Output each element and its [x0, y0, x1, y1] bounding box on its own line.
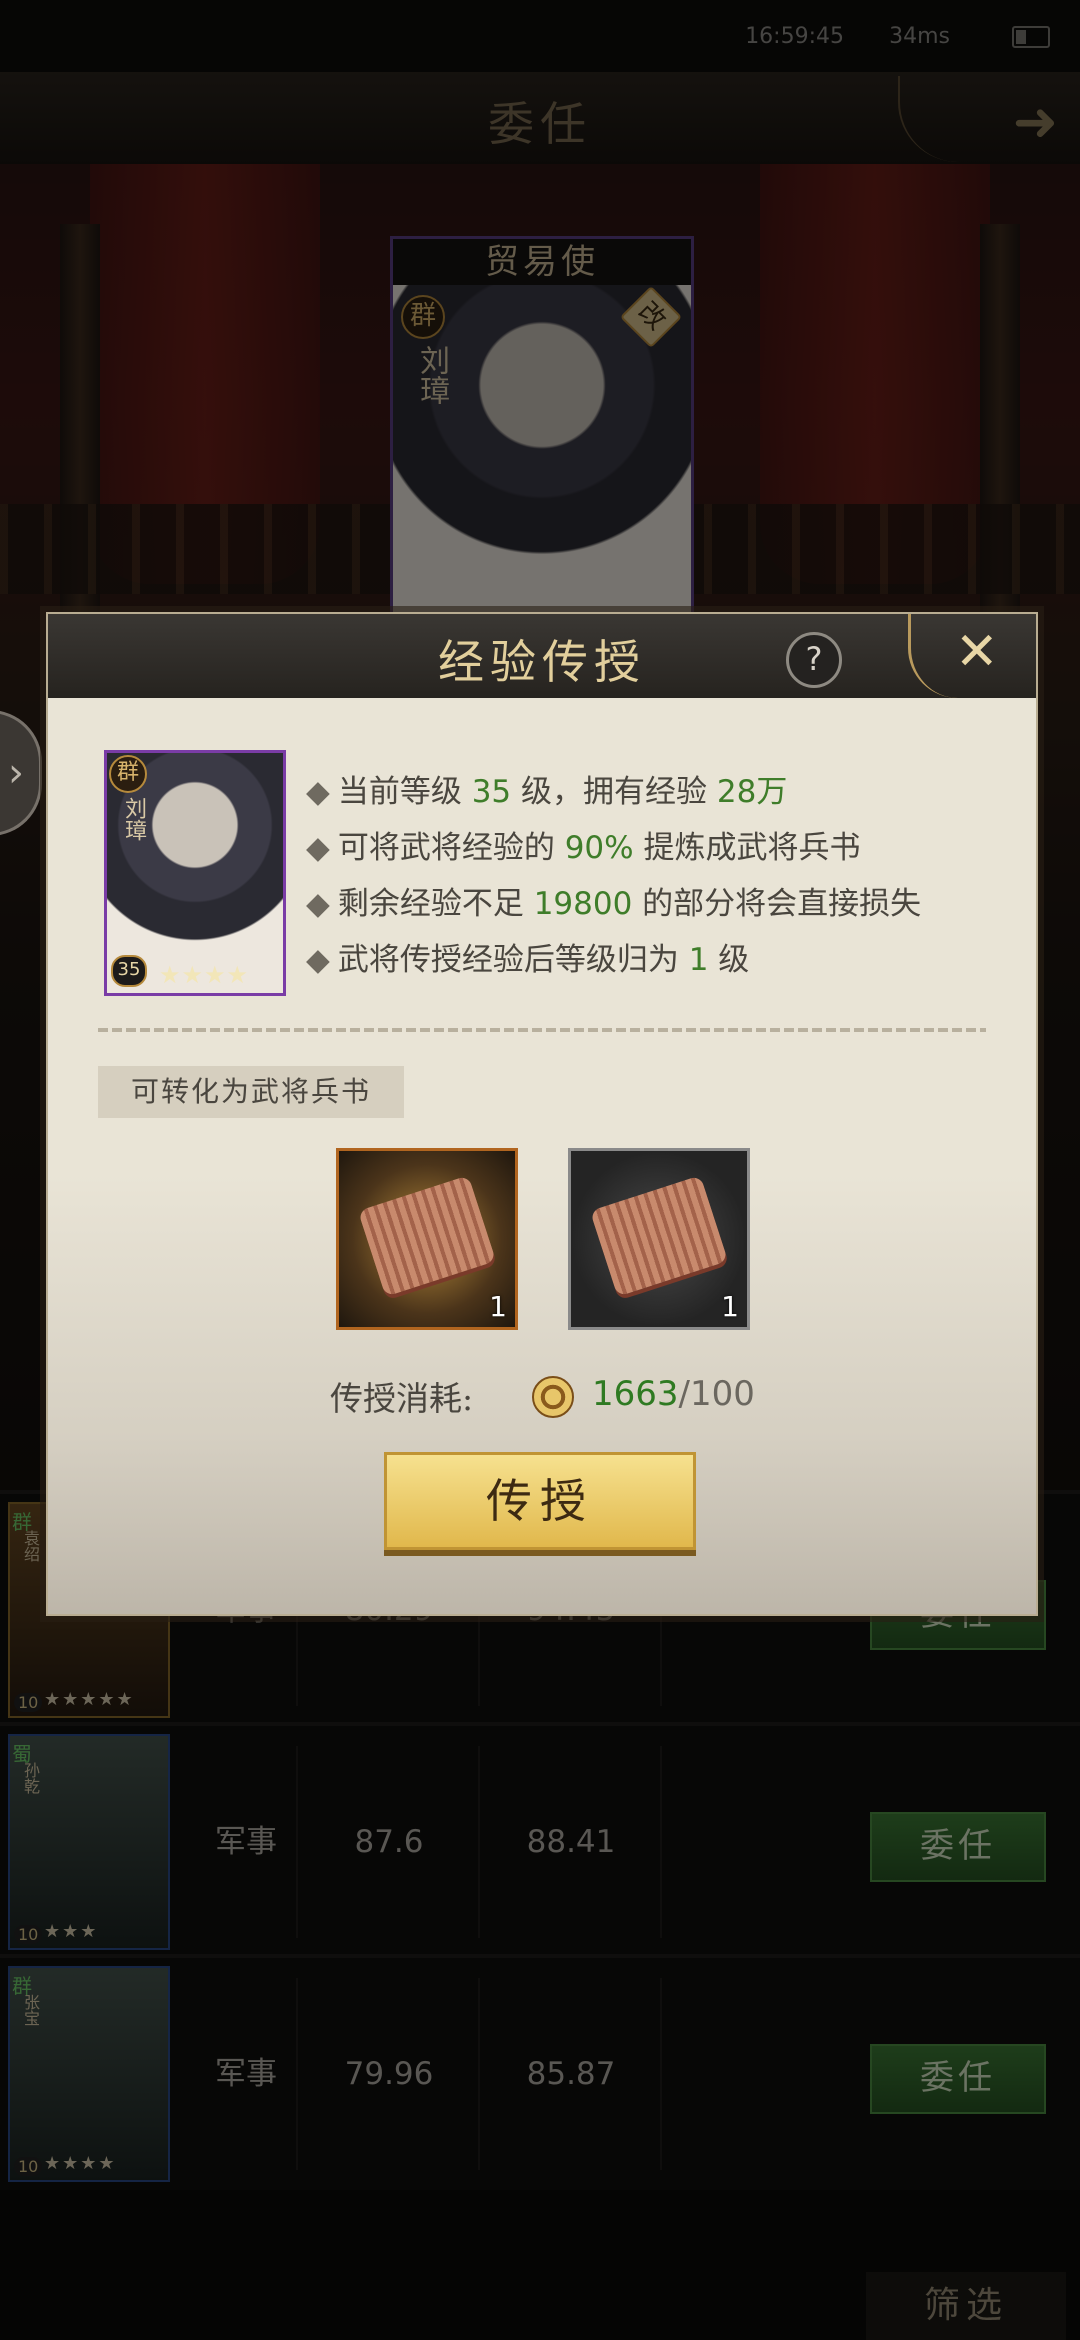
dashed-divider — [98, 1028, 986, 1032]
skill-book-item-gold[interactable]: 1 — [336, 1148, 518, 1330]
item-quantity: 1 — [721, 1290, 739, 1323]
dialog-header: 经验传授 ? ✕ — [48, 614, 1036, 698]
diamond-bullet-icon: ◆ — [306, 774, 330, 810]
cost-label: 传授消耗: — [330, 1379, 474, 1418]
help-icon[interactable]: ? — [786, 632, 842, 688]
info-line: ◆ 剩余经验不足 19800 的部分将会直接损失 — [306, 886, 922, 922]
hero-card: 群 刘璋 35 ★★★★ — [104, 750, 286, 996]
cost-value: 1663/100 — [592, 1374, 755, 1414]
diamond-bullet-icon: ◆ — [306, 830, 330, 866]
diamond-bullet-icon: ◆ — [306, 886, 330, 922]
skill-book-item-silver[interactable]: 1 — [568, 1148, 750, 1330]
scroll-icon — [357, 1175, 497, 1297]
close-button[interactable]: ✕ — [908, 614, 1039, 698]
star-rating: ★★★★ — [159, 961, 250, 989]
teach-button[interactable]: 传授 — [384, 1452, 696, 1550]
convert-label: 可转化为武将兵书 — [98, 1066, 404, 1118]
item-quantity: 1 — [489, 1290, 507, 1323]
dialog-title: 经验传授 — [438, 635, 646, 689]
info-line: ◆ 武将传授经验后等级归为 1 级 — [306, 942, 750, 978]
info-line: ◆ 当前等级 35 级，拥有经验 28万 — [306, 774, 788, 810]
exp-transfer-dialog: 经验传授 ? ✕ 群 刘璋 35 ★★★★ ◆ 当前等级 35 级，拥有经验 28… — [46, 612, 1038, 1616]
faction-badge: 群 — [109, 755, 147, 793]
coin-icon — [532, 1376, 574, 1418]
scroll-icon — [589, 1175, 729, 1297]
diamond-bullet-icon: ◆ — [306, 942, 330, 978]
close-icon: ✕ — [955, 622, 999, 682]
hero-level: 35 — [111, 955, 147, 987]
info-line: ◆ 可将武将经验的 90% 提炼成武将兵书 — [306, 830, 861, 866]
hero-name: 刘璋 — [121, 797, 146, 841]
